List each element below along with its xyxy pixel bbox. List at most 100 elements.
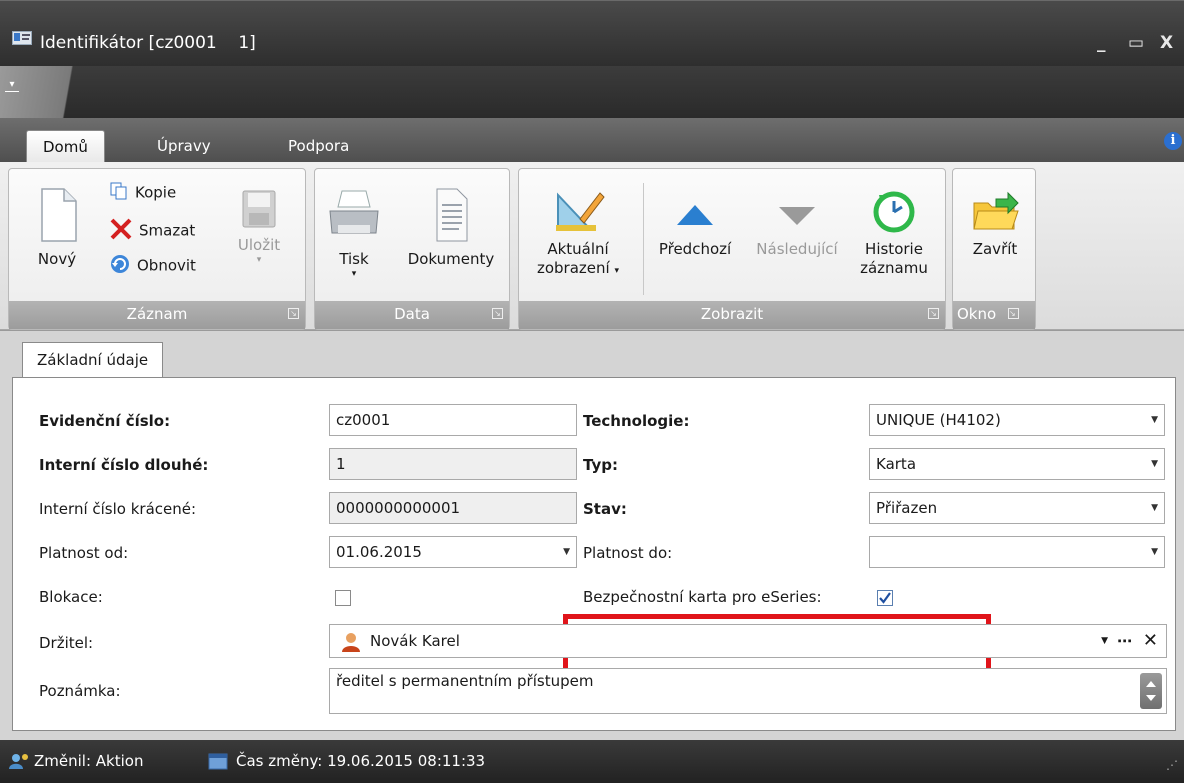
poznamka-value: ředitel s permanentním přístupem xyxy=(336,672,594,690)
copy-label: Kopie xyxy=(135,183,177,202)
status-bar: Změnil: Aktion Čas změny: 19.06.2015 08:… xyxy=(0,740,1184,783)
bezpecnostni-checkbox[interactable] xyxy=(877,590,893,606)
chevron-down-icon[interactable]: ▼ xyxy=(1151,493,1158,523)
changed-at-text: Čas změny: 19.06.2015 08:11:33 xyxy=(236,752,486,770)
poznamka-textarea[interactable]: ředitel s permanentním přístupem xyxy=(329,668,1167,714)
quick-access-toolbar: ▾ xyxy=(0,66,1184,118)
close-button[interactable]: Zavřít xyxy=(957,185,1033,259)
save-dropdown-icon: ▾ xyxy=(256,255,262,265)
label-poznamka: Poznámka: xyxy=(39,682,121,700)
platnost-od-value: 01.06.2015 xyxy=(336,543,422,561)
folder-exit-icon xyxy=(973,191,1019,230)
app-window: Identifikátor [cz0001 1] _ ▭ X ▾ Domů Úp… xyxy=(0,0,1184,783)
documents-button[interactable]: Dokumenty xyxy=(399,185,503,269)
history-label-1: Historie xyxy=(865,240,923,258)
dialog-launcher-icon[interactable]: ↘ xyxy=(492,308,503,319)
refresh-label: Obnovit xyxy=(137,256,196,275)
tab-upravy[interactable]: Úpravy xyxy=(141,130,227,162)
current-view-button[interactable]: Aktuální zobrazení ▾ xyxy=(525,185,631,281)
drzitel-lookup[interactable]: Novák Karel ▼ ⋯ ✕ xyxy=(329,624,1167,658)
minimize-button[interactable]: _ xyxy=(1097,33,1106,53)
new-label: Nový xyxy=(37,250,77,268)
label-platnost-od: Platnost od: xyxy=(39,544,129,562)
maximize-button[interactable]: ▭ xyxy=(1128,33,1144,53)
chevron-down-icon[interactable]: ▼ xyxy=(1151,449,1158,479)
interni-dlouhe-input[interactable]: 1 xyxy=(329,448,577,480)
title-bar: Identifikátor [cz0001 1] _ ▭ X xyxy=(0,0,1184,66)
previous-button[interactable]: Předchozí xyxy=(647,185,743,259)
tab-zakladni-udaje[interactable]: Základní údaje xyxy=(22,342,164,378)
blokace-checkbox[interactable] xyxy=(335,590,351,606)
document-icon xyxy=(436,188,468,242)
resize-grip-icon[interactable]: ⋰ xyxy=(1166,758,1178,772)
next-button[interactable]: Následující xyxy=(747,185,847,259)
print-button[interactable]: Tisk ▾ xyxy=(319,185,389,279)
technologie-select[interactable]: UNIQUE (H4102) ▼ xyxy=(869,404,1165,436)
chevron-down-icon[interactable]: ▼ xyxy=(1101,625,1108,657)
dialog-launcher-icon[interactable]: ↘ xyxy=(1008,308,1019,319)
ellipsis-icon[interactable]: ⋯ xyxy=(1117,625,1132,657)
person-icon xyxy=(342,632,360,652)
delete-button[interactable]: Smazat xyxy=(109,217,195,245)
tab-domu[interactable]: Domů xyxy=(26,130,105,162)
refresh-icon xyxy=(109,253,131,279)
group-okno: Zavřít Okno ↘ xyxy=(952,168,1036,330)
new-button[interactable]: Nový xyxy=(27,185,87,269)
history-button[interactable]: Historie záznamu xyxy=(851,185,937,278)
label-drzitel: Držitel: xyxy=(39,634,94,652)
info-icon[interactable]: i xyxy=(1164,132,1182,150)
user-change-icon xyxy=(9,754,28,769)
chevron-down-icon[interactable]: ▼ xyxy=(563,537,570,567)
history-label-2: záznamu xyxy=(860,259,928,277)
arrow-down-icon xyxy=(779,207,815,225)
current-view-label-1: Aktuální xyxy=(547,240,609,258)
dialog-launcher-icon[interactable]: ↘ xyxy=(288,308,299,319)
customize-qat-icon[interactable]: ▾ xyxy=(5,78,19,92)
typ-value: Karta xyxy=(876,455,917,473)
documents-label: Dokumenty xyxy=(407,250,495,268)
next-label: Následující xyxy=(756,240,838,258)
delete-x-icon xyxy=(109,217,133,245)
label-interni-dlouhe: Interní číslo dlouhé: xyxy=(39,456,209,474)
evidencni-cislo-value: cz0001 xyxy=(336,411,391,429)
label-stav: Stav: xyxy=(583,500,627,518)
refresh-button[interactable]: Obnovit xyxy=(109,253,196,279)
ribbon-tab-row: Domů Úpravy Podpora i xyxy=(0,118,1184,162)
separator xyxy=(643,183,644,295)
stav-value: Přiřazen xyxy=(876,499,938,517)
close-window-button[interactable]: X xyxy=(1160,33,1173,53)
ribbon: Nový Kopie Smazat Obnovit Uložit ▾ Zázna xyxy=(0,162,1184,330)
evidencni-cislo-input[interactable]: cz0001 xyxy=(329,404,577,436)
chevron-down-icon[interactable]: ▼ xyxy=(1151,537,1158,567)
calendar-icon xyxy=(208,753,228,770)
typ-select[interactable]: Karta ▼ xyxy=(869,448,1165,480)
group-label-zaznam: Záznam ↘ xyxy=(9,301,305,329)
checkmark-icon xyxy=(879,592,891,604)
tab-podpora[interactable]: Podpora xyxy=(272,130,365,162)
print-label: Tisk xyxy=(339,250,369,268)
stav-select[interactable]: Přiřazen ▼ xyxy=(869,492,1165,524)
clear-x-icon[interactable]: ✕ xyxy=(1143,625,1158,657)
arrow-up-icon xyxy=(677,205,713,225)
technologie-value: UNIQUE (H4102) xyxy=(876,411,1001,429)
save-disk-icon xyxy=(242,190,276,228)
platnost-do-picker[interactable]: ▼ xyxy=(869,536,1165,568)
window-title: Identifikátor [cz0001 1] xyxy=(40,33,256,53)
id-card-icon xyxy=(12,31,32,45)
previous-label: Předchozí xyxy=(658,240,732,258)
interni-dlouhe-value: 1 xyxy=(336,455,346,473)
dialog-launcher-icon[interactable]: ↘ xyxy=(928,308,939,319)
copy-button[interactable]: Kopie xyxy=(109,181,176,205)
save-label: Uložit xyxy=(237,236,281,254)
changed-by-text: Změnil: Aktion xyxy=(34,752,144,770)
current-view-label-2: zobrazení xyxy=(536,259,610,277)
label-evidencni-cislo: Evidenční číslo: xyxy=(39,412,171,430)
platnost-od-picker[interactable]: 01.06.2015 ▼ xyxy=(329,536,577,568)
group-label-zobrazit: Zobrazit ↘ xyxy=(519,301,945,329)
group-zobrazit: Aktuální zobrazení ▾ Předchozí Následují… xyxy=(518,168,946,330)
chevron-down-icon[interactable]: ▼ xyxy=(1151,405,1158,435)
interni-kracene-input[interactable]: 0000000000001 xyxy=(329,492,577,524)
save-button[interactable]: Uložit ▾ xyxy=(229,187,289,265)
copy-icon xyxy=(109,181,129,205)
spin-scroll-icon[interactable] xyxy=(1140,673,1162,709)
